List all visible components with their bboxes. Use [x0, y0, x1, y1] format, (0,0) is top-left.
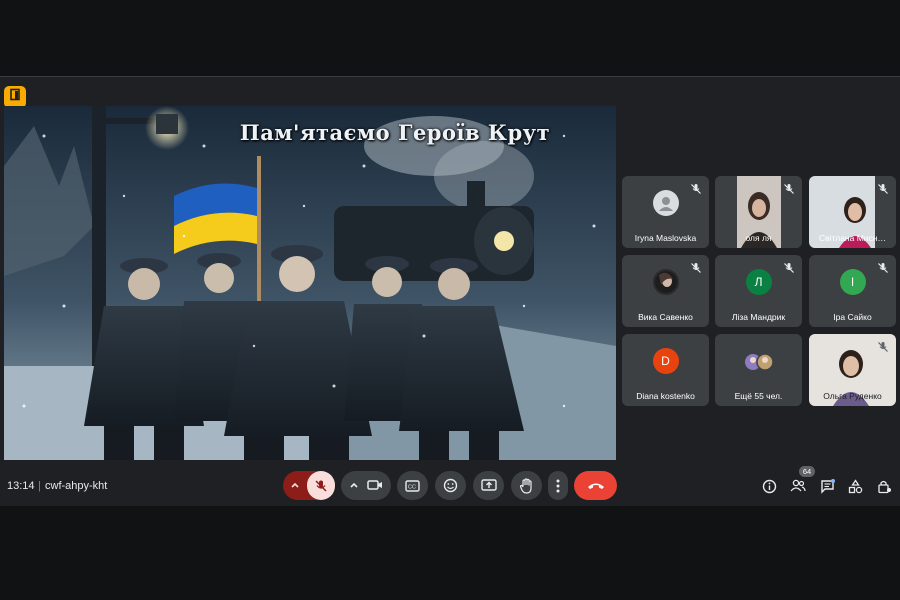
- chat-icon: [820, 478, 835, 494]
- info-icon: [762, 479, 776, 493]
- meeting-time: 13:14: [7, 480, 35, 492]
- leave-call-button[interactable]: [574, 471, 617, 500]
- slide-artwork: [4, 106, 616, 460]
- mic-off-icon: [315, 479, 327, 492]
- raise-hand-button[interactable]: [511, 471, 542, 500]
- camera-icon[interactable]: [367, 478, 383, 492]
- divider: [0, 76, 900, 77]
- present-screen-button[interactable]: [473, 471, 504, 500]
- mic-options-chevron-icon[interactable]: [289, 479, 301, 491]
- present-icon: [480, 479, 497, 491]
- mic-off-icon: [877, 261, 889, 273]
- meeting-code: cwf-ahpy-kht: [45, 480, 108, 492]
- participant-count-badge: 64: [799, 466, 815, 477]
- participant-tile[interactable]: Ольга Руденко: [809, 334, 896, 406]
- participant-tile[interactable]: І Іра Сайко: [809, 255, 896, 327]
- participant-tile[interactable]: D Diana kostenko: [622, 334, 709, 406]
- participant-name: Іра Сайко: [833, 312, 872, 322]
- avatar-initial: D: [652, 348, 679, 374]
- participant-name: оля ля: [745, 233, 772, 243]
- meeting-info-badge[interactable]: [4, 86, 26, 108]
- participant-name: Вика Савенко: [638, 312, 693, 322]
- mic-off-icon: [877, 182, 889, 194]
- separator: |: [38, 480, 41, 492]
- more-participants-tile[interactable]: Ещё 55 чел.: [715, 334, 802, 406]
- activities-button[interactable]: [846, 477, 864, 495]
- slide-title: Пам'ятаємо Героїв Крут: [239, 120, 551, 145]
- meeting-details-button[interactable]: [760, 477, 778, 495]
- participant-tile[interactable]: Iryna Maslovska: [622, 176, 709, 248]
- participant-name: Ліза Мандрик: [731, 312, 786, 322]
- door-icon: [9, 88, 22, 106]
- mic-toggle-button[interactable]: [307, 471, 335, 500]
- more-options-button[interactable]: [548, 471, 568, 500]
- avatar: [652, 269, 679, 295]
- more-vert-icon: [556, 479, 560, 492]
- mic-off-icon: [783, 261, 795, 273]
- mic-off-icon: [877, 340, 889, 352]
- svg-text:CC: CC: [408, 484, 416, 490]
- presentation-stage: Пам'ятаємо Героїв Крут: [4, 106, 616, 460]
- camera-control-group: [341, 471, 391, 500]
- group-avatars-icon: [743, 352, 775, 372]
- closed-captions-icon: CC: [405, 479, 420, 492]
- mic-off-icon: [690, 261, 702, 273]
- participant-tile[interactable]: оля ля: [715, 176, 802, 248]
- people-icon: [790, 479, 806, 492]
- reactions-button[interactable]: [435, 471, 466, 500]
- mic-off-icon: [783, 182, 795, 194]
- host-controls-button[interactable]: [875, 477, 893, 495]
- shapes-icon: [848, 478, 862, 493]
- lock-person-icon: [877, 480, 891, 493]
- chat-button[interactable]: [818, 477, 836, 495]
- camera-options-chevron-icon[interactable]: [348, 479, 360, 491]
- more-participants-label: Ещё 55 чел.: [734, 391, 783, 401]
- mic-off-icon: [690, 182, 702, 194]
- participant-name: Світлана Мисн…: [819, 233, 886, 243]
- avatar: [652, 190, 679, 216]
- end-call-icon: [587, 483, 604, 489]
- participant-tile[interactable]: Світлана Мисн…: [809, 176, 896, 248]
- captions-button[interactable]: CC: [397, 471, 428, 500]
- avatar-initial: Л: [745, 269, 772, 295]
- letterbox-top: [0, 0, 900, 76]
- mic-control-group: [283, 471, 335, 500]
- participant-tile[interactable]: Вика Савенко: [622, 255, 709, 327]
- emoji-icon: [443, 478, 458, 493]
- hand-icon: [519, 477, 532, 494]
- participant-name: Iryna Maslovska: [634, 233, 697, 243]
- participant-name: Diana kostenko: [636, 391, 695, 401]
- participant-tile[interactable]: Л Ліза Мандрик: [715, 255, 802, 327]
- avatar-initial: І: [839, 269, 866, 295]
- people-button[interactable]: [789, 477, 807, 495]
- participant-name: Ольга Руденко: [823, 391, 882, 401]
- control-bar: 13:14 | cwf-ahpy-kht CC: [0, 466, 900, 506]
- letterbox-bottom: [0, 506, 900, 600]
